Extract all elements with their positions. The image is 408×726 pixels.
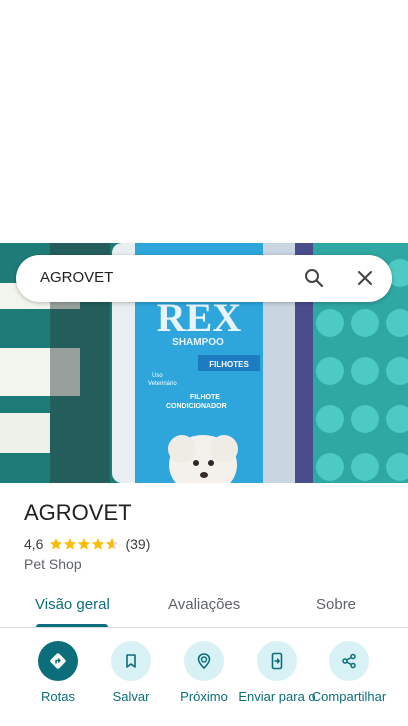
nearby-label: Próximo: [180, 689, 228, 704]
place-name: AGROVET: [24, 500, 132, 525]
rating-value: 4,6: [24, 536, 44, 552]
search-icon[interactable]: [302, 266, 326, 290]
directions-label: Rotas: [41, 689, 75, 704]
nearby-icon: [184, 641, 224, 681]
bookmark-icon: [111, 641, 151, 681]
rating-row[interactable]: 4,6 (39): [24, 536, 150, 552]
tab-bar: Visão geral Avaliações Sobre: [0, 582, 408, 628]
send-to-phone-button[interactable]: Enviar para o: [237, 641, 317, 704]
svg-text:CONDICIONADOR: CONDICIONADOR: [166, 403, 227, 410]
svg-text:Uso: Uso: [152, 373, 163, 379]
svg-text:Veterinário: Veterinário: [148, 381, 177, 387]
share-button[interactable]: Compartilhar: [309, 641, 389, 704]
directions-icon: [38, 641, 78, 681]
svg-text:FILHOTES: FILHOTES: [209, 360, 249, 369]
nearby-button[interactable]: Próximo: [164, 641, 244, 704]
place-category: Pet Shop: [24, 556, 82, 572]
directions-button[interactable]: Rotas: [18, 641, 98, 704]
star-rating-icon: [50, 538, 119, 550]
svg-text:SHAMPOO: SHAMPOO: [172, 337, 224, 348]
review-count: (39): [125, 536, 151, 552]
tab-about[interactable]: Sobre: [316, 596, 356, 613]
divider: [0, 627, 408, 628]
share-icon: [329, 641, 369, 681]
search-input[interactable]: AGROVET: [40, 269, 113, 286]
send-to-phone-icon: [257, 641, 297, 681]
save-button[interactable]: Salvar: [91, 641, 171, 704]
tab-reviews[interactable]: Avaliações: [168, 596, 240, 613]
close-icon[interactable]: [353, 266, 377, 290]
svg-text:FILHOTE: FILHOTE: [190, 394, 220, 401]
tab-overview[interactable]: Visão geral: [35, 596, 110, 613]
search-bar[interactable]: AGROVET: [16, 255, 392, 302]
share-label: Compartilhar: [311, 689, 387, 704]
send-to-phone-label: Enviar para o: [238, 689, 316, 704]
save-label: Salvar: [112, 689, 150, 704]
